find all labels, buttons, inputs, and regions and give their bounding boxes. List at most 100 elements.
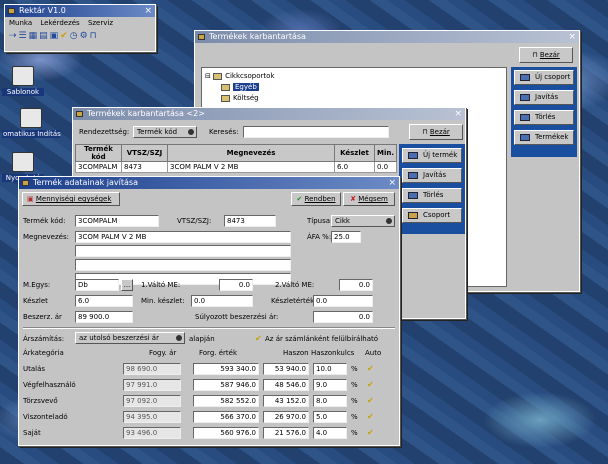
col-auto: Auto: [365, 349, 382, 357]
cancel-button[interactable]: ✘ Mégsem: [343, 192, 395, 206]
add-icon: [520, 74, 530, 81]
consumer-price-field[interactable]: 94 395.0: [123, 411, 181, 423]
edit-group-button[interactable]: Javítás: [514, 90, 574, 105]
tree-root[interactable]: ⊟ Cikkcsoportok: [205, 71, 275, 81]
profit-field[interactable]: 21 576.0: [263, 427, 309, 439]
override-checkbox[interactable]: ✔: [255, 335, 262, 343]
desktop-icon-inditas[interactable]: omatikus Indítás: [2, 108, 61, 138]
products-button[interactable]: Termékek: [514, 130, 574, 145]
close-icon[interactable]: ×: [454, 108, 462, 120]
desktop-icon-sablonok[interactable]: Sablonok: [2, 66, 44, 96]
code-label: Termék kód:: [23, 217, 66, 225]
alt1-input[interactable]: 0.0: [219, 279, 253, 291]
tool-check-icon[interactable]: ✔: [60, 31, 70, 41]
units-button[interactable]: ▣ Mennyiségi egységek: [22, 192, 120, 206]
menu-lekerdezes[interactable]: Lekérdezés: [40, 19, 79, 27]
group-button[interactable]: Csoport: [402, 208, 462, 223]
vat-input[interactable]: 25.0: [331, 231, 361, 243]
consumer-price-field[interactable]: 97 991.0: [123, 379, 181, 391]
tool-clock-icon[interactable]: ◷: [70, 31, 80, 41]
auto-checkbox[interactable]: ✔: [367, 413, 374, 421]
separator: [23, 327, 395, 329]
tool-arrow-icon[interactable]: ⇢: [9, 31, 19, 41]
profit-field[interactable]: 26 970.0: [263, 411, 309, 423]
stockvalue-input[interactable]: 0.0: [313, 295, 373, 307]
ok-button[interactable]: ✔ Rendben: [291, 192, 341, 206]
tool-doc-icon[interactable]: ▤: [39, 31, 50, 41]
tool-gear-icon[interactable]: ⚙: [80, 31, 90, 41]
search-input[interactable]: [243, 126, 389, 138]
pricing-select[interactable]: az utolsó beszerzési ár: [75, 332, 185, 344]
consumer-price-field[interactable]: 98 690.0: [123, 363, 181, 375]
close-icon[interactable]: ×: [388, 177, 396, 189]
close-button[interactable]: ⊓ Bezár: [519, 47, 573, 63]
close-button[interactable]: ⊓ Bezár: [409, 124, 463, 140]
margin-field[interactable]: 10.0: [313, 363, 347, 375]
profit-field[interactable]: 43 152.0: [263, 395, 309, 407]
price-category-label: Saját: [23, 429, 41, 437]
tool-box-icon[interactable]: ▣: [50, 31, 61, 41]
name-input-line3[interactable]: [75, 259, 291, 271]
collapse-icon[interactable]: ⊟: [205, 72, 213, 80]
tool-list-icon[interactable]: ☰: [19, 31, 29, 41]
turnover-field[interactable]: 593 340.0: [193, 363, 259, 375]
delete-product-button[interactable]: Törlés: [402, 188, 462, 203]
unit-input[interactable]: Db: [75, 279, 119, 291]
launcher-titlebar[interactable]: Rektár V1.0 ×: [5, 5, 155, 17]
edit-product-button[interactable]: Javítás: [402, 168, 462, 183]
code-input[interactable]: 3COMPALM: [75, 215, 159, 227]
turnover-field[interactable]: 566 370.0: [193, 411, 259, 423]
profit-field[interactable]: 48 546.0: [263, 379, 309, 391]
margin-field[interactable]: 5.0: [313, 411, 347, 423]
auto-checkbox[interactable]: ✔: [367, 381, 374, 389]
auto-checkbox[interactable]: ✔: [367, 365, 374, 373]
col-min[interactable]: Min.: [374, 144, 397, 162]
turnover-field[interactable]: 587 946.0: [193, 379, 259, 391]
turnover-field[interactable]: 560 976.0: [193, 427, 259, 439]
table-row[interactable]: 3COMPALM 8473 3COM PALM V 2 MB 6.0 0.0: [75, 161, 397, 173]
tree-item-koltseg[interactable]: Költség: [221, 93, 259, 103]
col-consumer-price: Fogy. ár: [149, 349, 177, 357]
new-product-button[interactable]: Új termék: [402, 148, 462, 163]
sort-label: Rendezettség:: [79, 128, 130, 136]
new-group-button[interactable]: Új csoport: [514, 70, 574, 85]
type-select[interactable]: Cikk: [331, 215, 395, 227]
name-input-line2[interactable]: [75, 245, 291, 257]
weighted-input[interactable]: 0.0: [313, 311, 373, 323]
auto-checkbox[interactable]: ✔: [367, 397, 374, 405]
buyprice-input[interactable]: 89 900.0: [75, 311, 133, 323]
col-name[interactable]: Megnevezés: [167, 144, 335, 162]
sort-select[interactable]: Termék kód: [133, 126, 197, 138]
window3-titlebar[interactable]: Termék adatainak javítása ×: [19, 177, 399, 189]
price-category-label: Utalás: [23, 365, 46, 373]
margin-field[interactable]: 8.0: [313, 395, 347, 407]
col-stock[interactable]: Készlet: [334, 144, 375, 162]
app-shortcut-icon: [20, 108, 42, 128]
close-icon[interactable]: ×: [568, 31, 576, 43]
unit-select-button[interactable]: ...: [121, 279, 133, 291]
window1-titlebar[interactable]: Termékek karbantartása ×: [195, 31, 579, 43]
menu-munka[interactable]: Munka: [9, 19, 32, 27]
tool-grid-icon[interactable]: ▦: [29, 31, 40, 41]
close-icon[interactable]: ×: [144, 5, 152, 17]
tree-item-egyeb[interactable]: Egyéb: [221, 82, 259, 92]
window2-titlebar[interactable]: Termékek karbantartása <2> ×: [73, 108, 465, 120]
auto-checkbox[interactable]: ✔: [367, 429, 374, 437]
stock-input[interactable]: 6.0: [75, 295, 133, 307]
vtsz-input[interactable]: 8473: [224, 215, 276, 227]
margin-field[interactable]: 4.0: [313, 427, 347, 439]
profit-field[interactable]: 53 940.0: [263, 363, 309, 375]
minstock-input[interactable]: 0.0: [191, 295, 253, 307]
delete-group-button[interactable]: Törlés: [514, 110, 574, 125]
name-input[interactable]: 3COM PALM V 2 MB: [75, 231, 291, 243]
col-code[interactable]: Termék kód: [75, 144, 122, 162]
menu-szerviz[interactable]: Szerviz: [88, 19, 113, 27]
consumer-price-field[interactable]: 97 092.0: [123, 395, 181, 407]
col-vtsz[interactable]: VTSZ/SZJ: [121, 144, 168, 162]
margin-field[interactable]: 9.0: [313, 379, 347, 391]
tool-door-icon[interactable]: ⊓: [90, 31, 99, 41]
percent-label: %: [351, 381, 358, 389]
consumer-price-field[interactable]: 93 496.0: [123, 427, 181, 439]
turnover-field[interactable]: 582 552.0: [193, 395, 259, 407]
alt2-input[interactable]: 0.0: [339, 279, 373, 291]
